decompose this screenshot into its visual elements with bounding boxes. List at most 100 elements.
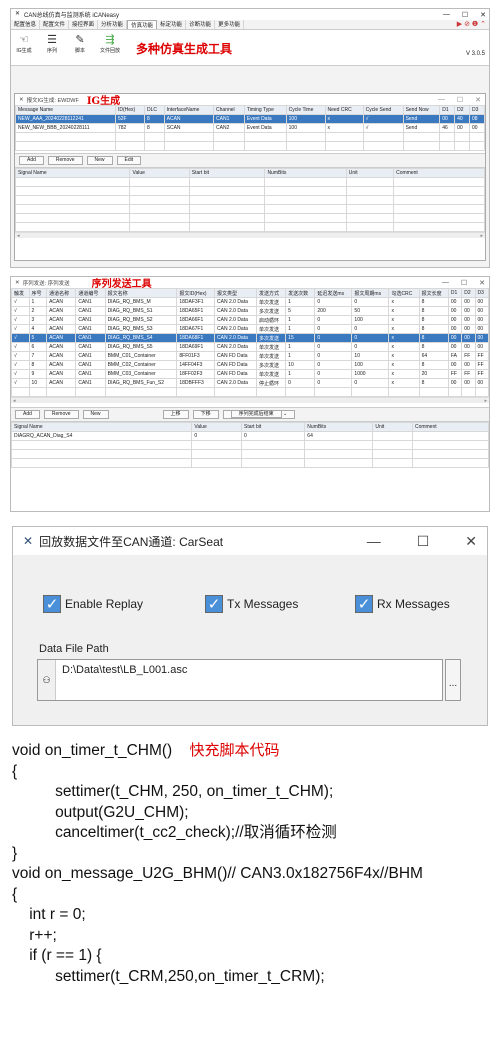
table-row[interactable]: √ 3 ACAN CAN1 DIAG_RQ_BMS_S2 18DA66F1 CAN 2.0 … (11, 315, 490, 325)
table-row[interactable]: √ 5 ACAN CAN1 DIAG_RQ_BMS_S4 18DA68F1 CAN 2.0 … (11, 333, 490, 343)
table-cell (14, 213, 131, 223)
column-header[interactable]: Cycle Send (362, 105, 404, 115)
table-row[interactable]: √ 7 ACAN CAN1 BMM_C01_Container 8FF01F3 CAN FD… (11, 351, 490, 361)
column-header[interactable]: 延迟发送ms (314, 288, 353, 298)
column-header[interactable]: Timing Type (243, 105, 287, 115)
new-button[interactable]: New (86, 156, 113, 165)
close-button[interactable]: ✕ (480, 11, 486, 19)
table-row[interactable]: NEW_AAA_20240228112241 52F 8 ACAN CAN1 Event … (15, 114, 485, 124)
column-header[interactable]: Value (191, 422, 242, 432)
table-row[interactable]: NEW_NEW_BBB_20240228111 782 8 SCAN CAN2 Event… (15, 123, 485, 133)
column-header[interactable]: D1 (439, 105, 456, 115)
column-header[interactable]: 报文类型 (214, 288, 257, 298)
horizontal-scrollbar[interactable]: ◂ ▸ (11, 397, 489, 404)
table-cell: 0 (240, 431, 306, 441)
table-row[interactable]: DIAGRQ_ACAN_Diag_S4 0 0 64 (10, 431, 490, 441)
edit-button[interactable]: Edit (116, 156, 142, 165)
column-header[interactable]: 勾选CRC (388, 288, 420, 298)
table-row[interactable]: √ 9 ACAN CAN1 BMM_C03_Container 18FF02F3 CAN F… (11, 369, 490, 379)
table-cell: NEW_NEW_BBB_20240228111 (15, 123, 116, 133)
table-row[interactable]: √ 1 ACAN CAN1 DIAG_RQ_BMS_M 18DAF3F1 CAN 2.0 D… (11, 297, 490, 307)
column-header[interactable]: Channel (213, 105, 245, 115)
column-header[interactable]: Unit (345, 168, 395, 178)
column-header[interactable]: D2 (454, 105, 471, 115)
column-header[interactable]: ID(Hex) (114, 105, 146, 115)
column-header[interactable]: Signal Name (10, 422, 193, 432)
remove-button[interactable]: Remove (47, 156, 83, 165)
toolbar-quick-icons[interactable]: ▶ ⊘ ❶ ⌃ (454, 20, 489, 29)
add-button[interactable]: Add (19, 156, 44, 165)
menu-config-info[interactable]: 配置信息 (11, 20, 41, 29)
column-header[interactable]: D3 (469, 105, 485, 115)
column-header[interactable]: Signal Name (14, 168, 131, 178)
menu-calibration[interactable]: 标定功能 (157, 20, 187, 29)
code-line: int r = 0; (12, 906, 86, 923)
menu-diagnostic[interactable]: 诊断功能 (186, 20, 216, 29)
replay-maximize-button[interactable]: ☐ (417, 533, 430, 550)
column-header[interactable]: D2 (461, 288, 476, 298)
enable-replay-checkbox[interactable]: ✓ Enable Replay (43, 595, 143, 613)
column-header[interactable]: InterfaceName (163, 105, 215, 115)
column-header[interactable]: DLC (144, 105, 165, 115)
table-row[interactable]: √ 4 ACAN CAN1 DIAG_RQ_BMS_S3 18DA67F1 CAN 2.0 … (11, 324, 490, 334)
menu-config-file[interactable]: 配置文件 (40, 20, 70, 29)
column-header[interactable]: Need CRC (324, 105, 364, 115)
column-header[interactable]: D1 (447, 288, 463, 298)
column-header[interactable]: Start bit (240, 422, 306, 432)
column-header[interactable]: 触发 (11, 288, 30, 298)
table-row[interactable]: √ 10 ACAN CAN1 DIAG_RQ_BMS_Fun_S2 18DBFFF3 CAN… (11, 378, 490, 388)
column-header[interactable]: 发送次数 (285, 288, 316, 298)
file-replay-button[interactable]: ⇶ 文件回放 (97, 34, 123, 54)
rx-messages-checkbox[interactable]: ✓ Rx Messages (355, 595, 450, 613)
column-header[interactable]: Cycle Time (285, 105, 326, 115)
seq-minimize-button[interactable]: — (442, 279, 449, 287)
horizontal-scrollbar[interactable]: ◂ ▸ (15, 232, 485, 239)
data-file-path-field[interactable]: ⚇ D:\Data\test\LB_L001.asc (37, 659, 443, 701)
table-row[interactable]: √ 2 ACAN CAN1 DIAG_RQ_BMS_S1 18DA65F1 CAN 2.0 … (11, 306, 490, 316)
move-up-button[interactable]: 上移 (162, 410, 189, 419)
menu-analysis[interactable]: 分析功能 (98, 20, 128, 29)
column-header[interactable]: 报文周期ms (351, 288, 390, 298)
browse-button[interactable]: ... (445, 659, 461, 701)
column-header[interactable]: 报文ID(Hex) (176, 288, 216, 298)
completion-select[interactable]: 序列完成后结束 ⌄ (222, 410, 296, 419)
tx-messages-checkbox[interactable]: ✓ Tx Messages (205, 595, 298, 613)
table-cell: 18DAF3F1 (176, 297, 216, 307)
replay-close-button[interactable]: ✕ (465, 533, 477, 550)
table-row[interactable]: √ 8 ACAN CAN1 BMM_C02_Container 14FF04F3 CAN F… (11, 360, 490, 370)
table-cell: CAN1 (75, 324, 106, 334)
maximize-button[interactable]: ☐ (462, 11, 468, 19)
menu-simulation[interactable]: 仿真功能 (127, 20, 158, 29)
minimize-button[interactable]: — (443, 11, 450, 19)
replay-minimize-button[interactable]: — (367, 533, 381, 550)
column-header[interactable]: Unit (372, 422, 413, 432)
column-header[interactable]: NumBits (264, 168, 347, 178)
menu-control[interactable]: 接控界面 (69, 20, 99, 29)
script-button[interactable]: ✎ 脚本 (69, 34, 91, 54)
column-header[interactable]: Value (129, 168, 190, 178)
new-button[interactable]: New (82, 410, 109, 419)
column-header[interactable]: NumBits (304, 422, 374, 432)
column-header[interactable]: Comment (411, 422, 490, 432)
ig-maximize-button[interactable]: ☐ (457, 96, 463, 104)
ig-minimize-button[interactable]: — (438, 96, 445, 104)
table-row[interactable]: √ 6 ACAN CAN1 DIAG_RQ_BMS_S5 18DA69F1 CAN 2.0 … (11, 342, 490, 352)
add-button[interactable]: Add (15, 410, 40, 419)
move-down-button[interactable]: 下移 (192, 410, 219, 419)
menu-more[interactable]: 更多功能 (215, 20, 245, 29)
column-header[interactable]: D3 (474, 288, 490, 298)
table-cell: CAN 2.0 Data (214, 306, 257, 316)
column-header[interactable]: Start bit (188, 168, 266, 178)
column-header[interactable]: 发送方式 (255, 288, 287, 298)
column-header[interactable]: 序号 (28, 288, 48, 298)
column-header[interactable]: 报文长度 (418, 288, 449, 298)
seq-close-button[interactable]: ✕ (479, 279, 485, 287)
column-header[interactable]: Send Now (402, 105, 441, 115)
seq-maximize-button[interactable]: ☐ (461, 279, 467, 287)
column-header[interactable]: 通道名称 (46, 288, 77, 298)
column-header[interactable]: Comment (393, 168, 485, 178)
sequence-button[interactable]: ☰ 序列 (41, 34, 63, 54)
ig-close-button[interactable]: ✕ (475, 96, 481, 104)
remove-button[interactable]: Remove (43, 410, 79, 419)
ig-generate-button[interactable]: ☜ IG生成 (13, 34, 35, 54)
